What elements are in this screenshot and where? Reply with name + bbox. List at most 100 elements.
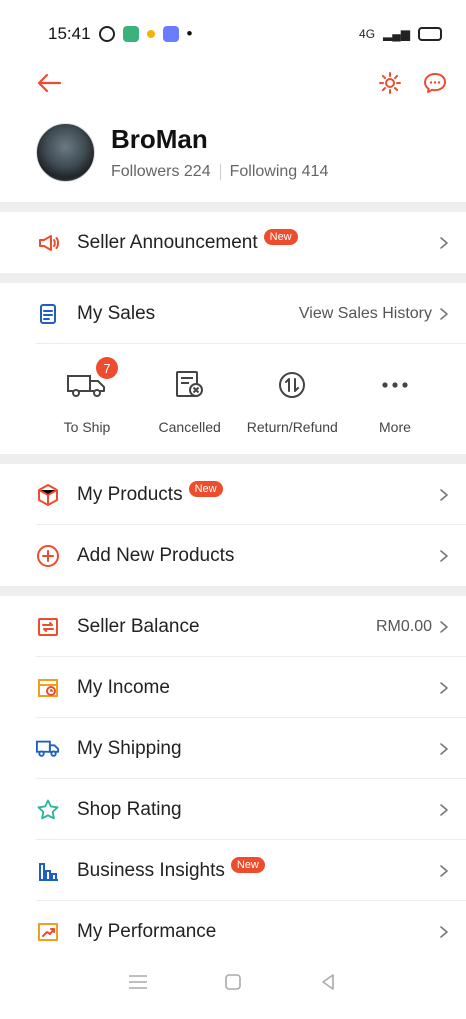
trend-chart-icon	[36, 920, 60, 944]
chevron-right-icon	[440, 742, 448, 755]
status-bar: 15:41 • 4G ▂▄▆	[0, 0, 466, 68]
seller-balance-value: RM0.00	[375, 617, 432, 635]
row-right	[438, 925, 450, 939]
more-icon-wrap	[380, 363, 410, 407]
section-gap	[0, 273, 466, 283]
my-income-label: My Income	[77, 676, 170, 698]
row-right	[438, 488, 450, 502]
row-right: RM0.00	[376, 618, 450, 636]
chat-button[interactable]	[422, 71, 448, 100]
to-ship-action[interactable]: 7 To Ship	[44, 344, 130, 454]
bar-chart-icon	[36, 859, 60, 883]
new-badge: New	[263, 228, 298, 245]
to-ship-icon-wrap: 7	[66, 357, 118, 407]
my-sales-label: My Sales	[77, 302, 156, 324]
my-shipping-row[interactable]: My Shipping	[0, 718, 466, 779]
megaphone-icon	[36, 231, 60, 255]
recent-apps-button[interactable]	[124, 968, 152, 996]
shop-rating-label: Shop Rating	[77, 798, 182, 820]
chevron-right-icon	[440, 864, 448, 877]
back-arrow-icon	[37, 73, 62, 92]
my-shipping-label: My Shipping	[77, 737, 182, 759]
status-right: 4G ▂▄▆	[359, 27, 442, 41]
stats-divider	[219, 163, 221, 180]
add-new-products-row[interactable]: Add New Products	[0, 525, 466, 586]
seller-balance-row[interactable]: Seller Balance RM0.00	[0, 596, 466, 657]
status-time: 15:41	[48, 24, 91, 43]
new-badge: New	[188, 480, 223, 497]
profile-info: BroMan Followers 224 Following 414	[111, 124, 328, 181]
profile-stats: Followers 224 Following 414	[111, 163, 328, 181]
chevron-right-icon	[440, 307, 448, 320]
star-icon	[36, 798, 60, 822]
my-products-row[interactable]: My Products New	[0, 464, 466, 525]
chevron-right-icon	[440, 549, 448, 562]
return-refund-icon-wrap	[276, 363, 308, 407]
more-dots-icon	[382, 382, 408, 388]
menu-icon	[128, 974, 147, 989]
row-right	[438, 549, 450, 563]
profile-header: BroMan Followers 224 Following 414	[0, 102, 466, 202]
view-sales-history-link[interactable]: View Sales History	[299, 305, 450, 323]
new-badge: New	[230, 856, 265, 873]
cancel-document-icon	[175, 371, 203, 397]
section-gap	[0, 202, 466, 212]
back-nav-button[interactable]	[314, 968, 342, 996]
row-right	[438, 742, 450, 756]
seller-balance-label: Seller Balance	[77, 615, 200, 637]
chevron-right-icon	[440, 236, 448, 249]
followers-link[interactable]: Followers 224	[111, 163, 211, 181]
wallet-icon	[36, 615, 60, 639]
box-icon	[36, 483, 60, 507]
profile-name: BroMan	[111, 123, 208, 154]
signal-bars-icon: ▂▄▆	[383, 27, 410, 41]
settings-button[interactable]	[378, 71, 402, 100]
income-icon	[36, 676, 60, 700]
home-button[interactable]	[219, 968, 247, 996]
chevron-right-icon	[440, 925, 448, 938]
battery-icon	[418, 27, 442, 41]
to-ship-count-badge: 7	[96, 357, 118, 379]
sales-quick-actions: 7 To Ship Cancelled Return/Refund More	[0, 344, 466, 454]
clipboard-icon	[36, 302, 60, 326]
row-right	[438, 236, 450, 250]
shop-rating-row[interactable]: Shop Rating	[0, 779, 466, 840]
chat-icon	[424, 72, 446, 93]
following-link[interactable]: Following 414	[230, 163, 329, 181]
chevron-right-icon	[440, 803, 448, 816]
dot-indicator: •	[186, 24, 193, 43]
add-circle-icon	[36, 544, 60, 568]
add-new-products-label: Add New Products	[77, 544, 235, 566]
row-right	[438, 803, 450, 817]
my-sales-row[interactable]: My Sales View Sales History	[0, 283, 466, 344]
back-button[interactable]	[36, 71, 62, 100]
avatar[interactable]	[36, 122, 95, 182]
seller-announcement-row[interactable]: Seller Announcement New	[0, 212, 466, 273]
seller-announcement-label: Seller Announcement	[77, 231, 258, 253]
my-income-row[interactable]: My Income	[0, 657, 466, 718]
messenger-icon	[162, 26, 179, 42]
top-bar	[0, 68, 466, 102]
section-gap	[0, 454, 466, 464]
my-performance-label: My Performance	[77, 920, 217, 942]
row-right	[438, 681, 450, 695]
more-action[interactable]: More	[352, 344, 438, 454]
cancelled-label: Cancelled	[158, 419, 221, 435]
system-navigation-bar	[0, 944, 466, 1019]
return-refund-action[interactable]: Return/Refund	[246, 344, 338, 454]
more-label: More	[379, 419, 411, 435]
my-products-label: My Products	[77, 483, 183, 505]
triangle-back-icon	[322, 973, 335, 990]
return-refund-icon	[279, 372, 306, 398]
chevron-right-icon	[440, 620, 448, 633]
signal-text: 4G	[359, 27, 376, 41]
shipping-truck-icon	[36, 737, 60, 761]
cancelled-action[interactable]: Cancelled	[147, 344, 233, 454]
business-insights-label: Business Insights	[77, 859, 225, 881]
view-sales-history-label: View Sales History	[298, 304, 432, 322]
square-icon	[225, 973, 241, 990]
gear-icon	[379, 71, 401, 94]
status-left: 15:41 •	[48, 24, 193, 44]
business-insights-row[interactable]: Business Insights New	[0, 840, 466, 901]
return-refund-label: Return/Refund	[246, 419, 338, 435]
